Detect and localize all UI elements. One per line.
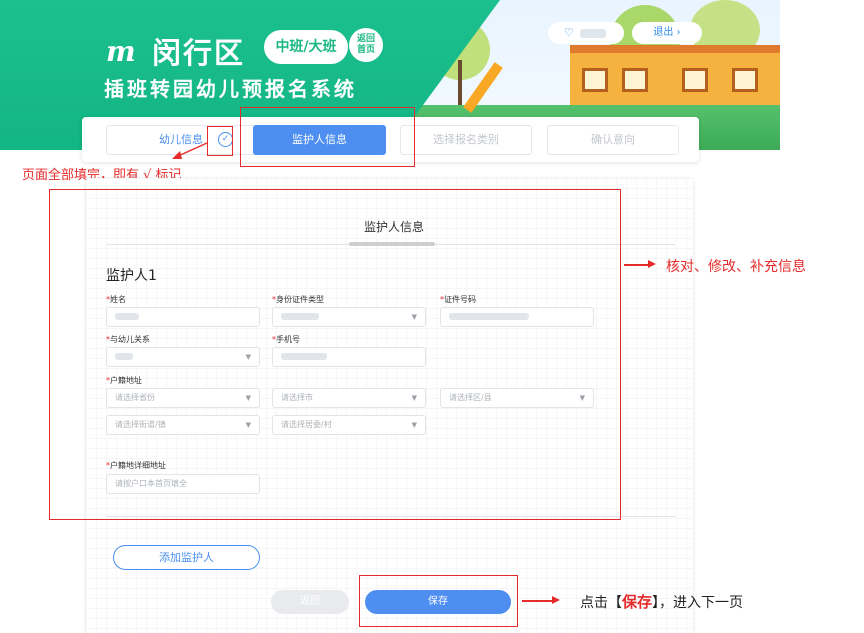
user-name-redacted (579, 28, 606, 38)
city-select[interactable]: 请选择市 ▼ (272, 388, 426, 408)
phone-field[interactable] (272, 347, 426, 367)
id-type-select[interactable]: ▼ (272, 307, 426, 327)
name-field[interactable] (106, 307, 260, 327)
name-label: *姓名 (106, 295, 126, 304)
tab-enrollment-category[interactable]: 选择报名类别 (400, 125, 532, 155)
annotation-save-note: 点击【保存】，进入下一页 (580, 593, 744, 611)
chevron-down-icon: ▼ (411, 421, 417, 429)
relation-label: *与幼儿关系 (106, 335, 150, 344)
logout-button[interactable]: 退出 › (632, 22, 702, 44)
tab-guardian-info[interactable]: 监护人信息 (253, 125, 386, 155)
annotation-check-note: 核对、修改、补充信息 (666, 259, 806, 275)
back-button[interactable]: 返回 (271, 590, 349, 614)
guardian-1-title: 监护人1 (106, 268, 157, 284)
chevron-down-icon: ▼ (245, 394, 251, 402)
annotation-arrow-form (648, 260, 656, 268)
chevron-down-icon: ▼ (245, 421, 251, 429)
save-button[interactable]: 保存 (365, 590, 511, 614)
district-select[interactable]: 请选择区/县 ▼ (440, 388, 594, 408)
home-link[interactable]: 返回 首页 (349, 28, 383, 62)
id-number-field[interactable] (440, 307, 594, 327)
relation-select[interactable]: ▼ (106, 347, 260, 367)
annotation-arrow-save (552, 596, 560, 604)
hukou-detail-field[interactable]: 请按户口本首页填全 (106, 474, 260, 494)
phone-label: *手机号 (272, 335, 300, 344)
section-title: 监护人信息 (364, 220, 425, 234)
committee-select[interactable]: 请选择居委/村 ▼ (272, 415, 426, 435)
annotation-arrow-check (172, 142, 208, 159)
chevron-down-icon: ▼ (411, 394, 417, 402)
chevron-down-icon: ▼ (579, 394, 585, 402)
chevron-down-icon: ▼ (245, 353, 251, 361)
add-guardian-button[interactable]: 添加监护人 (113, 545, 260, 570)
chevron-right-icon: › (676, 27, 681, 38)
system-title: 插班转园幼儿预报名系统 (104, 77, 357, 101)
id-type-label: *身份证件类型 (272, 295, 324, 304)
check-circle-icon: ✓ (218, 132, 233, 147)
user-menu[interactable]: ♡ (548, 22, 624, 44)
province-select[interactable]: 请选择省份 ▼ (106, 388, 260, 408)
district-title: 闵行区 (152, 36, 246, 70)
hukou-label: *户籍地址 (106, 376, 142, 385)
grade-badge: 中班/大班 (264, 30, 348, 64)
user-icon: ♡ (564, 26, 574, 39)
tab-confirm-intention[interactable]: 确认意向 (547, 125, 679, 155)
id-number-label: *证件号码 (440, 295, 476, 304)
hukou-detail-label: *户籍地详细地址 (106, 461, 166, 470)
chevron-down-icon: ▼ (411, 313, 417, 321)
street-select[interactable]: 请选择街道/镇 ▼ (106, 415, 260, 435)
district-logo: m (106, 35, 136, 68)
